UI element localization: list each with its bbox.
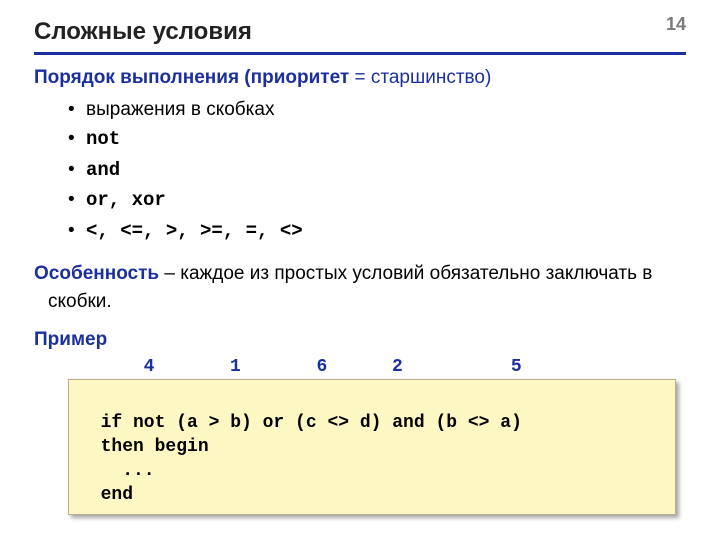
page-number: 14 xyxy=(666,14,686,35)
example-label: Пример xyxy=(34,329,686,351)
feature-note: Особенность – каждое из простых условий … xyxy=(34,260,686,315)
code-line: ... xyxy=(79,461,155,481)
slide-title: Сложные условия xyxy=(34,18,686,55)
code-line: end xyxy=(79,485,133,505)
list-item: • not xyxy=(68,124,686,154)
evaluation-order-numbers: 4 1 6 2 5 xyxy=(68,357,686,377)
order-heading: Порядок выполнения (приоритет = старшинс… xyxy=(34,67,686,89)
code-line: if not (a > b) or (c <> d) and (b <> a) xyxy=(79,413,522,433)
bullet-icon: • xyxy=(68,155,86,184)
bullet-icon: • xyxy=(68,185,86,214)
code-example: if not (a > b) or (c <> d) and (b <> a) … xyxy=(68,379,676,514)
priority-list: • выражения в скобках • not • and • or, … xyxy=(68,95,686,246)
list-item-text: <, <=, >, >=, =, <> xyxy=(86,217,303,246)
list-item: • and xyxy=(68,155,686,185)
bullet-icon: • xyxy=(68,95,86,124)
list-item-text: or, xor xyxy=(86,186,166,215)
code-line: then begin xyxy=(79,437,209,457)
list-item: • <, <=, >, >=, =, <> xyxy=(68,216,686,246)
list-item: • выражения в скобках xyxy=(68,95,686,124)
bullet-icon: • xyxy=(68,124,86,153)
order-heading-tail: = старшинство) xyxy=(349,67,491,88)
feature-lead: Особенность xyxy=(34,263,159,284)
list-item-text: not xyxy=(86,125,120,154)
list-item-text: and xyxy=(86,156,120,185)
bullet-icon: • xyxy=(68,216,86,245)
order-heading-bold: Порядок выполнения (приоритет xyxy=(34,67,349,88)
list-item-text: выражения в скобках xyxy=(86,95,274,124)
list-item: • or, xor xyxy=(68,185,686,215)
